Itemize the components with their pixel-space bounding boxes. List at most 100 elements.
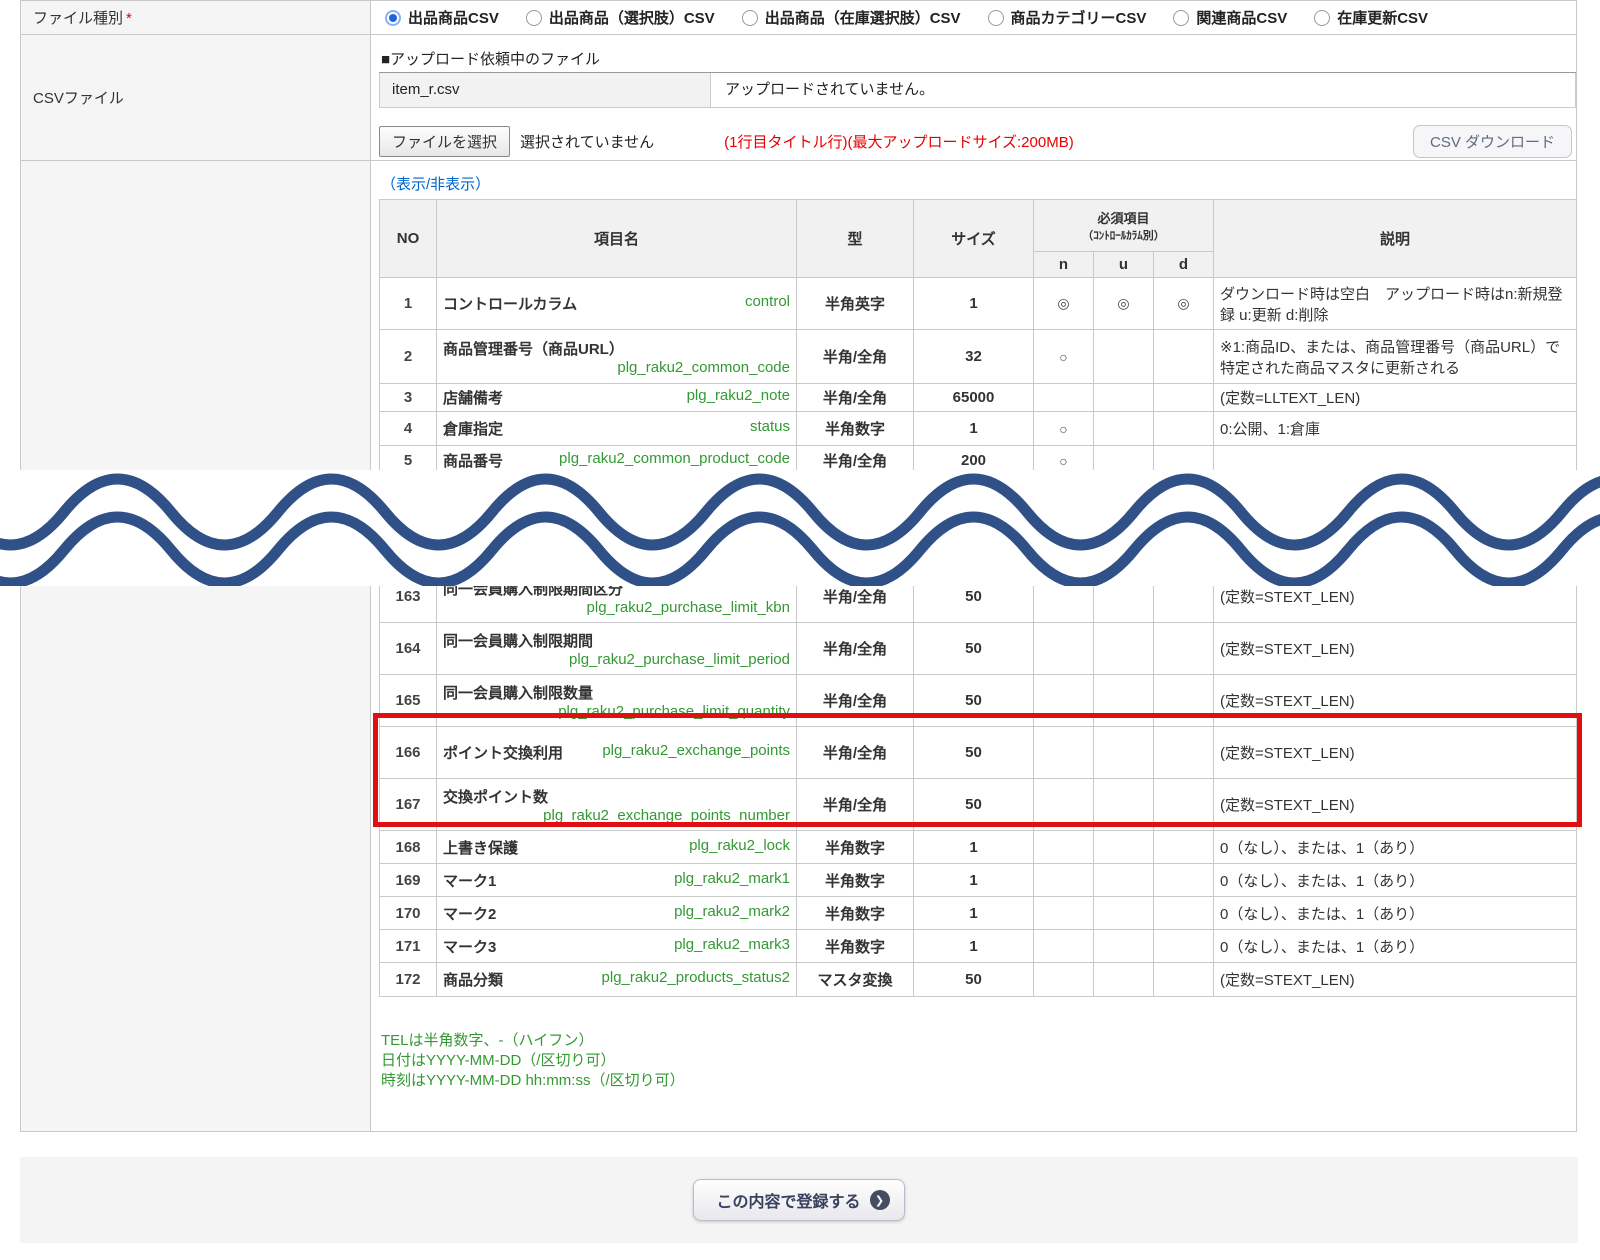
- field-code: plg_raku2_products_status2: [602, 969, 790, 990]
- cell-desc: ダウンロード時は空白 アップロード時はn:新規登録 u:更新 d:削除: [1214, 278, 1576, 330]
- radio-category-csv[interactable]: 商品カテゴリーCSV: [988, 7, 1147, 28]
- pending-file-row: item_r.csv アップロードされていません。: [379, 73, 1576, 108]
- cell-type: 半角/全角: [797, 623, 914, 675]
- header-required: 必須項目 （ｺﾝﾄﾛｰﾙｶﾗﾑ別）: [1034, 200, 1214, 252]
- spec-header-row: NO 項目名 型 サイズ 必須項目 （ｺﾝﾄﾛｰﾙｶﾗﾑ別） 説明: [380, 200, 1577, 252]
- spec-table-top: NO 項目名 型 サイズ 必須項目 （ｺﾝﾄﾛｰﾙｶﾗﾑ別） 説明 n: [379, 199, 1576, 471]
- radio-icon: [526, 10, 542, 26]
- cell-n: [1034, 727, 1094, 779]
- cell-no: 172: [380, 963, 437, 997]
- spec-row: （表示/非表示） NO 項目名 型 サイズ 必須項目 （ｺﾝﾄﾛｰﾙｶﾗﾑ: [21, 161, 1577, 1132]
- header-type: 型: [797, 200, 914, 278]
- cell-type: 半角/全角: [797, 727, 914, 779]
- cell-desc: (定数=STEXT_LEN): [1214, 675, 1577, 727]
- cell-desc: 0（なし）、または、1（あり）: [1214, 897, 1577, 930]
- cell-n: ○: [1034, 446, 1094, 472]
- cell-d: ◎: [1154, 278, 1214, 330]
- cell-n: [1034, 384, 1094, 412]
- cell-d: [1154, 963, 1214, 997]
- csv-download-button[interactable]: CSV ダウンロード: [1413, 125, 1572, 158]
- radio-icon: [1173, 10, 1189, 26]
- cell-u: [1094, 779, 1154, 831]
- cell-u: [1094, 675, 1154, 727]
- cell-type: マスタ変換: [797, 963, 914, 997]
- cell-desc: (定数=LLTEXT_LEN): [1214, 384, 1576, 412]
- header-no: NO: [380, 200, 437, 278]
- cell-desc: (定数=STEXT_LEN): [1214, 727, 1577, 779]
- table-row: 165 同一会員購入制限数量plg_raku2_purchase_limit_q…: [380, 675, 1577, 727]
- cell-name: 同一会員購入制限数量plg_raku2_purchase_limit_quant…: [437, 675, 797, 727]
- cell-size: 32: [914, 330, 1034, 384]
- cell-u: [1094, 623, 1154, 675]
- cell-desc: 0（なし）、または、1（あり）: [1214, 831, 1577, 864]
- cell-size: 1: [914, 897, 1034, 930]
- cell-desc: (定数=STEXT_LEN): [1214, 963, 1577, 997]
- cell-name: 同一会員購入制限期間plg_raku2_purchase_limit_perio…: [437, 623, 797, 675]
- pending-upload-title: ■アップロード依頼中のファイル: [379, 48, 1576, 73]
- show-hide-link[interactable]: （表示/非表示）: [381, 173, 490, 193]
- cell-desc: 0:公開、1:倉庫: [1214, 412, 1576, 446]
- radio-stock-update-csv[interactable]: 在庫更新CSV: [1314, 7, 1428, 28]
- spec-content-cell: （表示/非表示） NO 項目名 型 サイズ 必須項目 （ｺﾝﾄﾛｰﾙｶﾗﾑ: [371, 161, 1577, 1132]
- cell-size: 200: [914, 446, 1034, 472]
- radio-icon: [1314, 10, 1330, 26]
- header-size: サイズ: [914, 200, 1034, 278]
- table-row: 4 倉庫指定status 半角数字 1 ○ 0:公開、1:倉庫: [380, 412, 1577, 446]
- table-row: 168 上書き保護plg_raku2_lock 半角数字 1 0（なし）、または…: [380, 831, 1577, 864]
- cell-n: [1034, 930, 1094, 963]
- cell-type: 半角/全角: [797, 675, 914, 727]
- cell-no: 171: [380, 930, 437, 963]
- cell-n: [1034, 675, 1094, 727]
- cell-d: [1154, 897, 1214, 930]
- cell-u: ◎: [1094, 278, 1154, 330]
- cell-size: 1: [914, 930, 1034, 963]
- radio-listing-csv[interactable]: 出品商品CSV: [385, 7, 499, 28]
- table-row: 5 商品番号plg_raku2_common_product_code 半角/全…: [380, 446, 1577, 472]
- cell-n: ◎: [1034, 278, 1094, 330]
- csv-upload-page: ファイル種別* 出品商品CSV 出品商品（選択肢）CSV 出品商品（在庫選択肢）…: [0, 0, 1600, 1260]
- cell-no: 4: [380, 412, 437, 446]
- cell-type: 半角数字: [797, 831, 914, 864]
- cell-type: 半角数字: [797, 930, 914, 963]
- cell-no: 167: [380, 779, 437, 831]
- spec-table-bottom: 163 同一会員購入制限期間区分plg_raku2_purchase_limit…: [379, 570, 1577, 997]
- cell-name: 商品番号plg_raku2_common_product_code: [437, 446, 797, 472]
- cell-n: [1034, 864, 1094, 897]
- cell-type: 半角数字: [797, 897, 914, 930]
- radio-listing-stock-choice-csv[interactable]: 出品商品（在庫選択肢）CSV: [742, 7, 961, 28]
- spec-table-top-section: NO 項目名 型 サイズ 必須項目 （ｺﾝﾄﾛｰﾙｶﾗﾑ別） 説明 n: [379, 199, 1576, 471]
- header-required-main: 必須項目: [1040, 208, 1207, 227]
- radio-icon: [988, 10, 1004, 26]
- table-row: 1 コントロールカラムcontrol 半角英字 1 ◎ ◎ ◎ ダウンロード時は…: [380, 278, 1577, 330]
- table-row: 171 マーク3plg_raku2_mark3 半角数字 1 0（なし）、または…: [380, 930, 1577, 963]
- cell-size: 50: [914, 623, 1034, 675]
- submit-button[interactable]: この内容で登録する ❯: [693, 1179, 904, 1221]
- cell-name: 倉庫指定status: [437, 412, 797, 446]
- cell-u: [1094, 831, 1154, 864]
- field-code: plg_raku2_note: [687, 387, 790, 408]
- footnotes: TELは半角数字、-（ハイフン） 日付はYYYY-MM-DD（/区切り可） 時刻…: [381, 1031, 1576, 1091]
- cell-n: ○: [1034, 330, 1094, 384]
- header-u: u: [1094, 252, 1154, 278]
- choose-file-button[interactable]: ファイルを選択: [379, 126, 510, 157]
- footnote-time: 時刻はYYYY-MM-DD hh:mm:ss（/区切り可）: [381, 1071, 1576, 1091]
- radio-icon: [385, 10, 401, 26]
- field-code: plg_raku2_purchase_limit_period: [569, 651, 790, 668]
- required-asterisk: *: [126, 10, 132, 27]
- cell-no: 170: [380, 897, 437, 930]
- cell-d: [1154, 675, 1214, 727]
- field-code: control: [745, 293, 790, 314]
- table-row: 2 商品管理番号（商品URL）plg_raku2_common_code 半角/…: [380, 330, 1577, 384]
- radio-related-csv[interactable]: 関連商品CSV: [1173, 7, 1287, 28]
- table-row-highlighted: 167 交換ポイント数plg_raku2_exchange_points_num…: [380, 779, 1577, 831]
- cell-name: マーク3plg_raku2_mark3: [437, 930, 797, 963]
- file-type-options-cell: 出品商品CSV 出品商品（選択肢）CSV 出品商品（在庫選択肢）CSV 商品カテ…: [371, 1, 1577, 35]
- radio-label: 出品商品CSV: [408, 7, 499, 28]
- cell-d: [1154, 384, 1214, 412]
- cell-u: [1094, 384, 1154, 412]
- table-row: 169 マーク1plg_raku2_mark1 半角数字 1 0（なし）、または…: [380, 864, 1577, 897]
- table-row: 164 同一会員購入制限期間plg_raku2_purchase_limit_p…: [380, 623, 1577, 675]
- radio-listing-choice-csv[interactable]: 出品商品（選択肢）CSV: [526, 7, 715, 28]
- cell-type: 半角数字: [797, 864, 914, 897]
- cell-u: [1094, 864, 1154, 897]
